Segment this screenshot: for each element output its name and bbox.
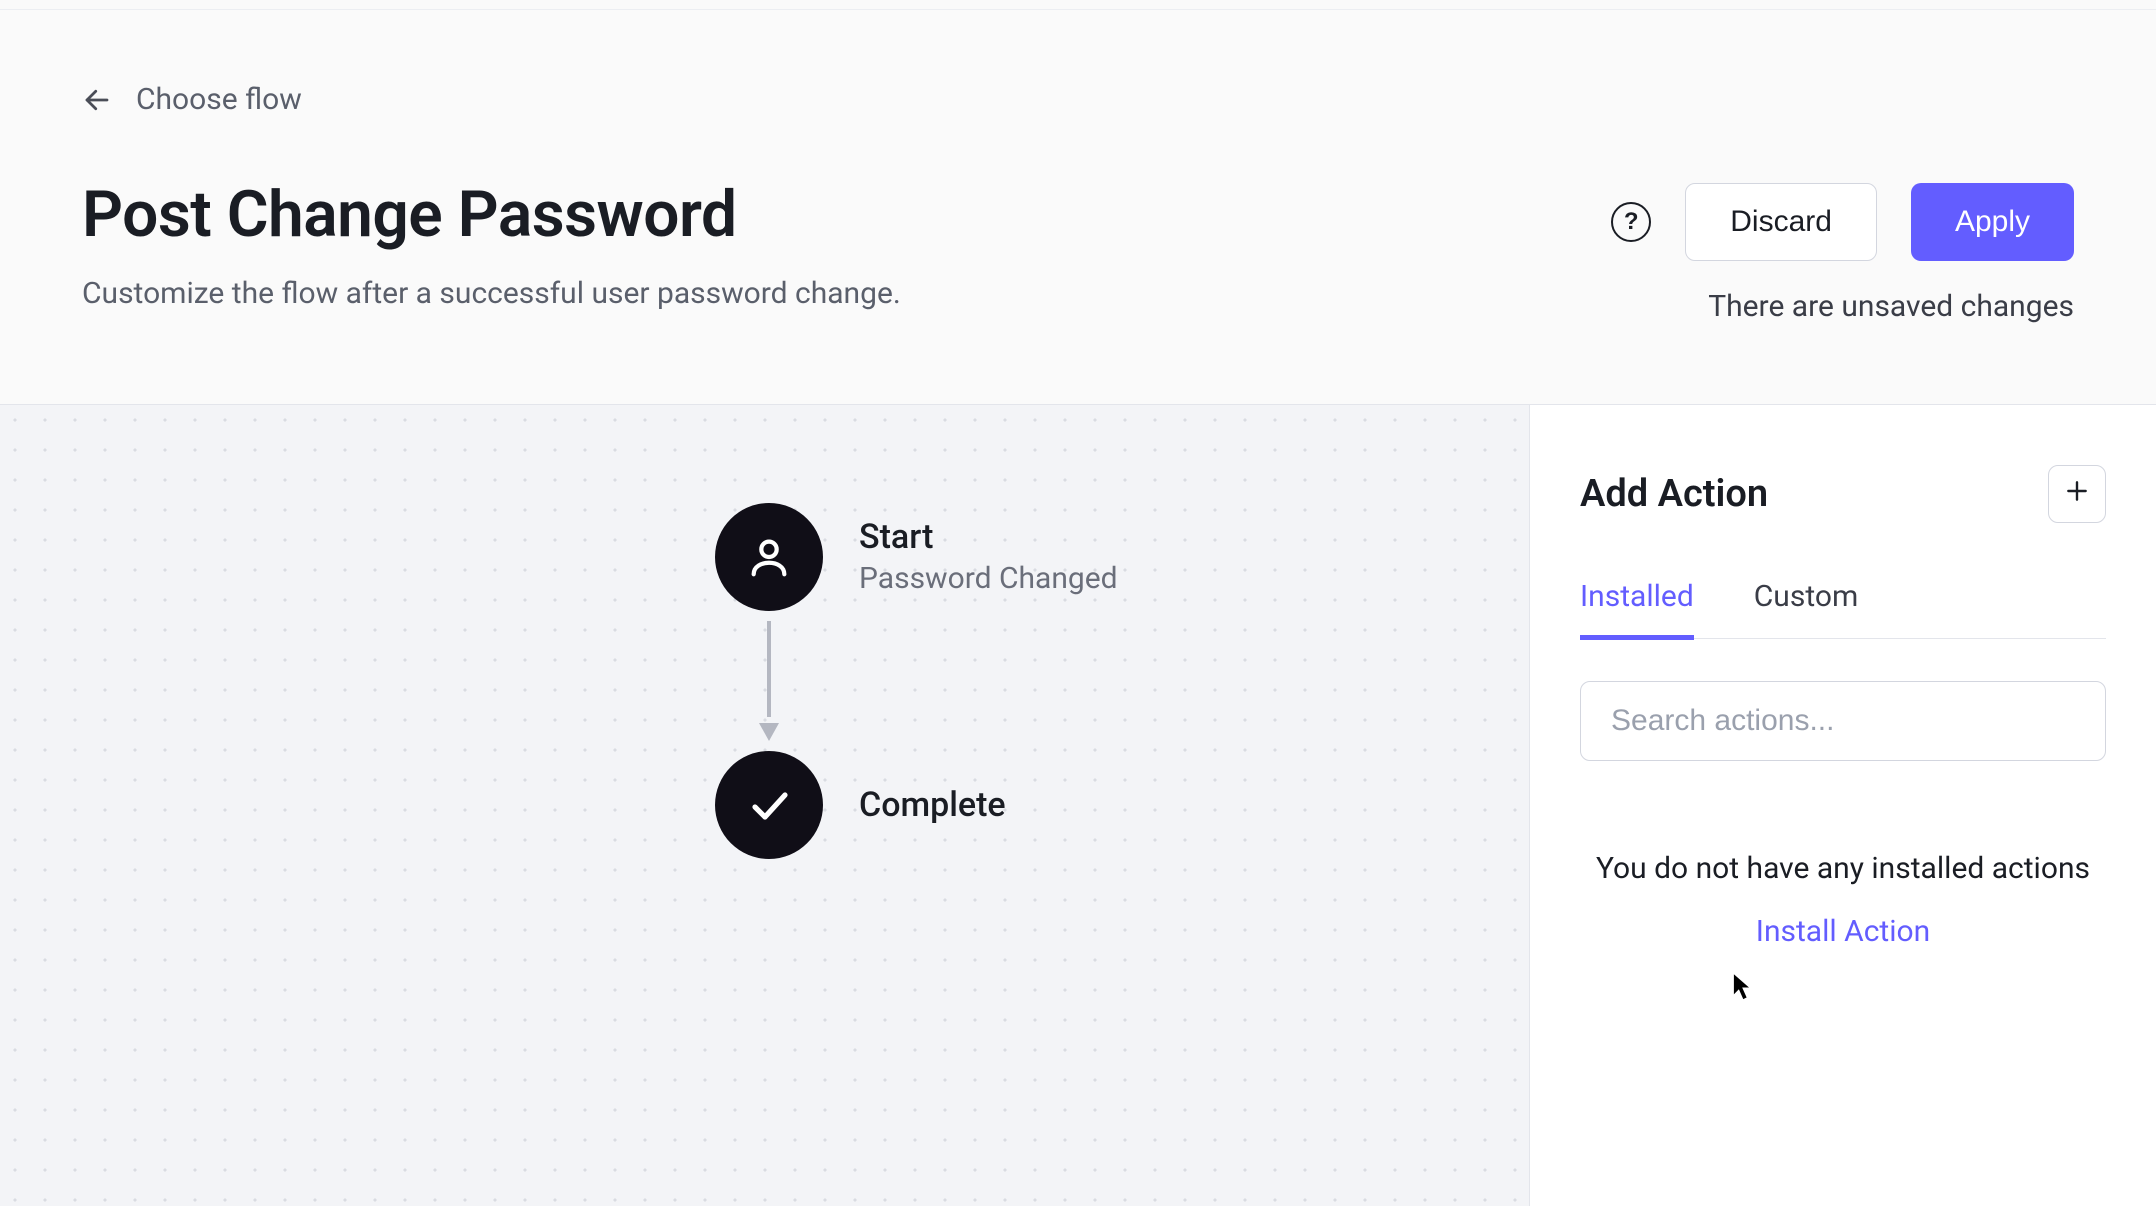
page-subtitle: Customize the flow after a successful us… xyxy=(82,276,901,311)
start-node-title: Start xyxy=(859,517,1118,557)
tab-installed-label: Installed xyxy=(1580,579,1694,614)
page-header: Choose flow Post Change Password Customi… xyxy=(0,10,2156,404)
flow-node-complete[interactable]: Complete xyxy=(715,751,1118,859)
empty-state: You do not have any installed actions In… xyxy=(1580,847,2106,950)
header-actions: ? Discard Apply There are unsaved change… xyxy=(1611,183,2074,324)
title-block: Post Change Password Customize the flow … xyxy=(82,177,901,311)
discard-button[interactable]: Discard xyxy=(1685,183,1877,261)
question-icon: ? xyxy=(1624,208,1639,236)
tab-custom[interactable]: Custom xyxy=(1754,579,1859,638)
user-icon xyxy=(715,503,823,611)
tab-custom-label: Custom xyxy=(1754,579,1859,614)
complete-node-title: Complete xyxy=(859,785,1006,825)
sidebar-tabs: Installed Custom xyxy=(1580,579,2106,639)
help-button[interactable]: ? xyxy=(1611,202,1651,242)
search-actions-input[interactable] xyxy=(1580,681,2106,761)
tab-installed[interactable]: Installed xyxy=(1580,579,1694,638)
flow-diagram: Start Password Changed Complete xyxy=(715,503,1118,859)
check-icon xyxy=(715,751,823,859)
breadcrumb-back[interactable]: Choose flow xyxy=(82,82,302,117)
empty-state-message: You do not have any installed actions xyxy=(1580,847,2106,891)
flow-canvas[interactable]: Start Password Changed Complete xyxy=(0,404,1530,1206)
flow-node-start[interactable]: Start Password Changed xyxy=(715,503,1118,611)
unsaved-changes-note: There are unsaved changes xyxy=(1708,289,2074,324)
discard-label: Discard xyxy=(1730,205,1832,239)
top-divider xyxy=(0,0,2156,10)
add-action-sidebar: Add Action Installed Custom Yo xyxy=(1530,404,2156,1206)
start-node-subtitle: Password Changed xyxy=(859,561,1118,596)
plus-icon xyxy=(2064,475,2090,512)
sidebar-title: Add Action xyxy=(1580,472,1768,516)
arrow-left-icon xyxy=(82,85,112,115)
page-title: Post Change Password xyxy=(82,177,901,252)
flow-connector xyxy=(767,621,771,741)
apply-button[interactable]: Apply xyxy=(1911,183,2074,261)
breadcrumb-label: Choose flow xyxy=(136,82,302,117)
apply-label: Apply xyxy=(1955,205,2030,239)
install-action-link[interactable]: Install Action xyxy=(1756,914,1930,949)
add-action-button[interactable] xyxy=(2048,465,2106,523)
